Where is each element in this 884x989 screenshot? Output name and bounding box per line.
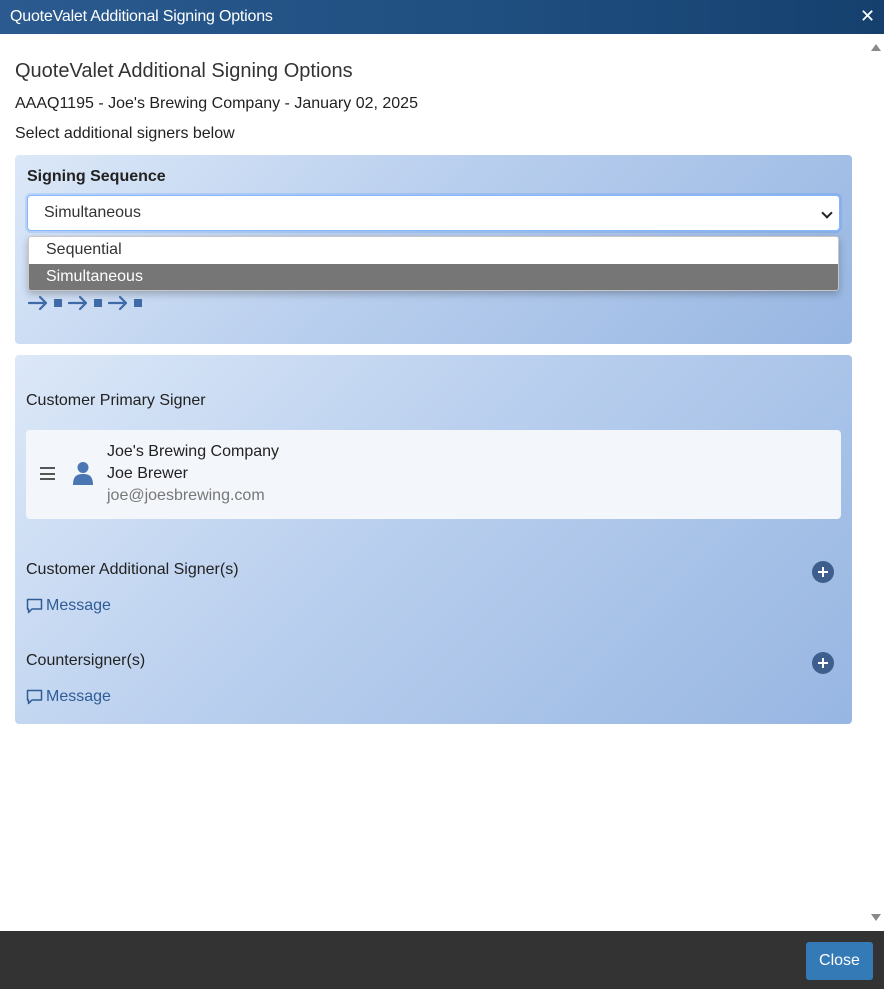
dialog-titlebar: QuoteValet Additional Signing Options ✕ — [0, 0, 884, 34]
close-icon[interactable]: ✕ — [860, 6, 875, 26]
signer-email: joe@joesbrewing.com — [107, 487, 265, 504]
signing-sequence-panel: Signing Sequence Simultaneous Sequential… — [15, 155, 852, 344]
sequence-flow-icon — [27, 295, 142, 311]
signer-company: Joe's Brewing Company — [107, 443, 280, 460]
add-countersigner-button[interactable] — [812, 652, 834, 674]
additional-signers-label: Customer Additional Signer(s) — [26, 561, 239, 578]
quote-info: AAAQ1195 - Joe's Brewing Company - Janua… — [15, 95, 418, 112]
signing-sequence-dropdown: Sequential Simultaneous — [28, 236, 839, 291]
scroll-up-arrow-icon[interactable] — [871, 44, 881, 51]
additional-signers-message-link[interactable]: Message — [26, 597, 111, 615]
signing-sequence-label: Signing Sequence — [27, 168, 166, 185]
countersigners-label: Countersigner(s) — [26, 652, 146, 669]
instructions-text: Select additional signers below — [15, 125, 235, 142]
signers-panel: Customer Primary Signer Joe's Brewing Co… — [15, 355, 852, 724]
person-icon — [73, 462, 93, 485]
chevron-down-icon — [821, 207, 833, 219]
message-icon — [26, 598, 43, 614]
dialog-title: QuoteValet Additional Signing Options — [10, 8, 273, 25]
vertical-scrollbar[interactable] — [868, 34, 884, 931]
message-icon — [26, 689, 43, 705]
option-sequential[interactable]: Sequential — [29, 237, 838, 264]
dialog-content: QuoteValet Additional Signing Options AA… — [0, 34, 868, 931]
signing-sequence-selected: Simultaneous — [44, 204, 141, 221]
signer-name: Joe Brewer — [107, 465, 188, 482]
message-link-label: Message — [46, 597, 111, 614]
add-additional-signer-button[interactable] — [812, 561, 834, 583]
page-title: QuoteValet Additional Signing Options — [15, 60, 353, 82]
message-link-label: Message — [46, 688, 111, 705]
option-simultaneous[interactable]: Simultaneous — [29, 264, 838, 290]
scroll-down-arrow-icon[interactable] — [871, 914, 881, 921]
dialog-footer: Close — [0, 931, 884, 989]
countersigners-message-link[interactable]: Message — [26, 688, 111, 706]
close-button[interactable]: Close — [806, 942, 873, 980]
primary-signer-details: Joe's Brewing Company Joe Brewer joe@joe… — [107, 441, 279, 507]
primary-signer-card: Joe's Brewing Company Joe Brewer joe@joe… — [26, 430, 841, 519]
signing-sequence-select[interactable]: Simultaneous — [27, 195, 840, 231]
primary-signer-label: Customer Primary Signer — [26, 392, 206, 409]
drag-handle-icon[interactable] — [40, 467, 55, 480]
